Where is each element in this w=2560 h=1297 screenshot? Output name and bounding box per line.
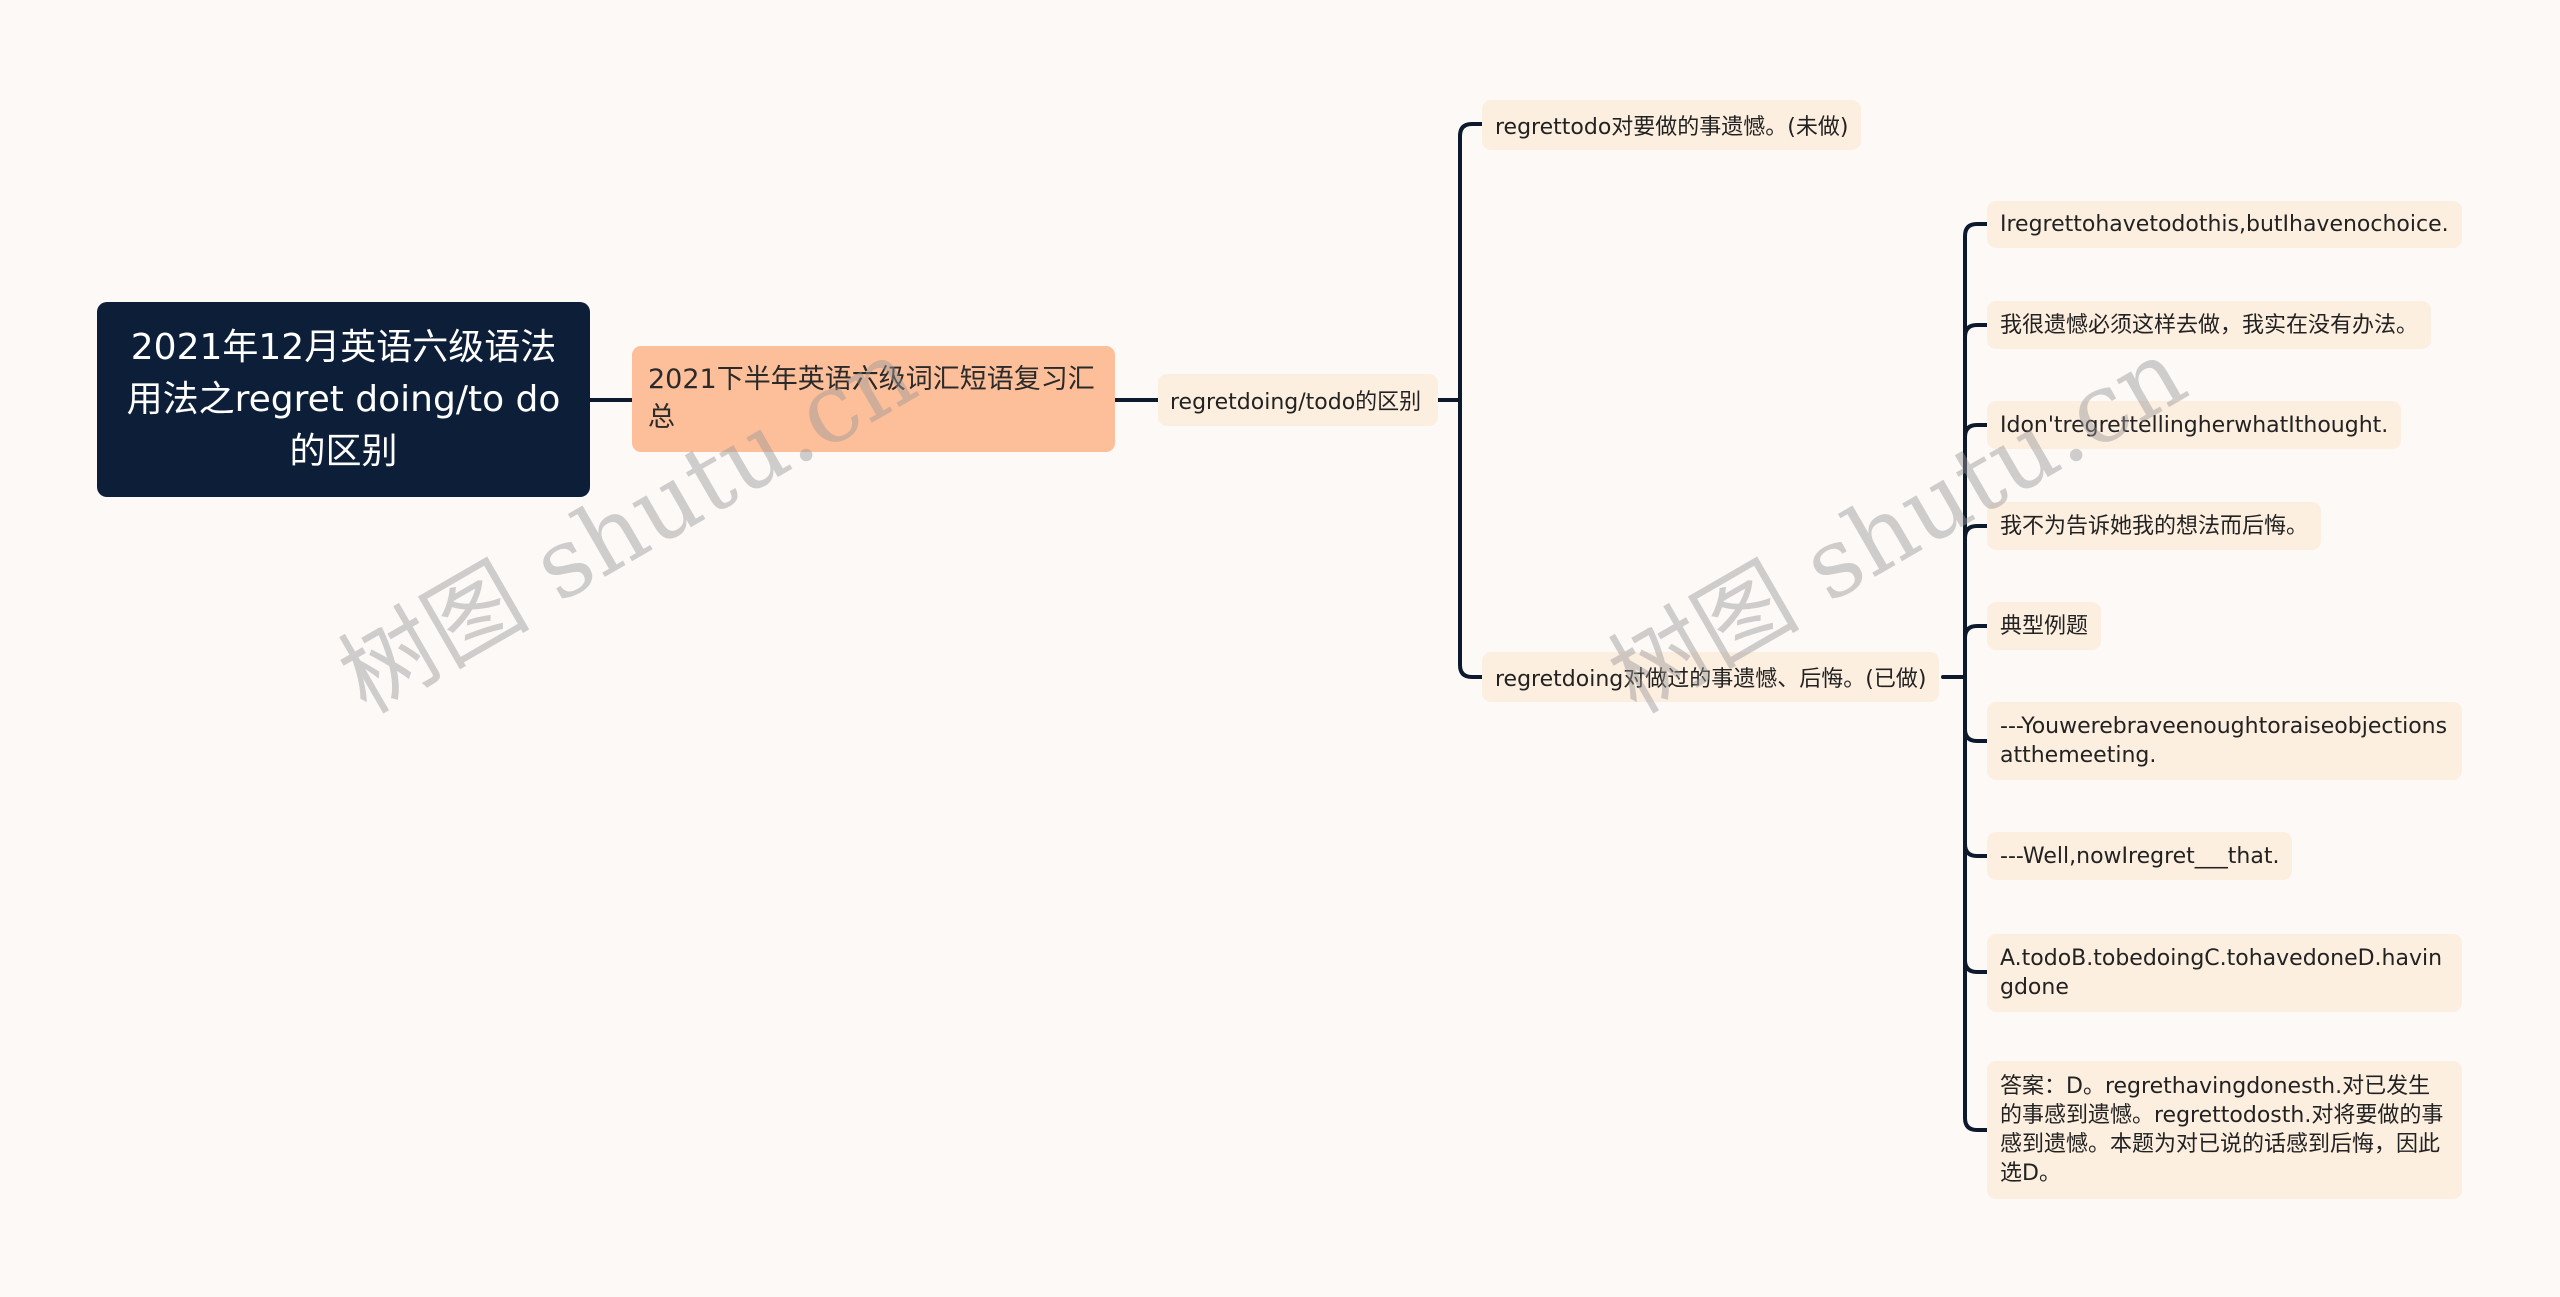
connector-leaf-3 bbox=[1963, 423, 1989, 439]
connector-leaf-7 bbox=[1963, 842, 1989, 858]
connector-leaf-4 bbox=[1963, 524, 1989, 540]
leaf-node[interactable]: 典型例题 bbox=[1987, 602, 2102, 650]
leaf-node[interactable]: ---Well,nowIregret___that. bbox=[1987, 832, 2293, 880]
connector-leaf-2 bbox=[1963, 323, 1989, 339]
leaf-label: A.todoB.tobedoingC.tohavedoneD.havingdon… bbox=[2000, 946, 2443, 1000]
leaf-label: 我不为告诉她我的想法而后悔。 bbox=[2000, 513, 2309, 539]
connector-leaf-6 bbox=[1963, 727, 1989, 743]
root-node[interactable]: 2021年12月英语六级语法用法之regret doing/to do的区别 bbox=[97, 302, 590, 497]
leaf-label: 典型例题 bbox=[2000, 613, 2089, 639]
connector-leaf-5 bbox=[1963, 624, 1989, 640]
leaf-node[interactable]: 我很遗憾必须这样去做，我实在没有办法。 bbox=[1987, 301, 2432, 349]
leaf-node[interactable]: ---Youwerebraveenoughtoraiseobjectionsat… bbox=[1987, 702, 2462, 780]
subtopic-label: regretdoing对做过的事遗憾、后悔。(已做) bbox=[1495, 667, 1927, 692]
branch-node[interactable]: 2021下半年英语六级词汇短语复习汇总 bbox=[632, 346, 1115, 452]
leaf-label: ---Well,nowIregret___that. bbox=[2000, 843, 2280, 869]
connector-leaf-8 bbox=[1963, 958, 1989, 974]
leaf-label: Iregrettohavetodothis,butIhavenochoice. bbox=[2000, 212, 2449, 237]
leaf-label: ---Youwerebraveenoughtoraiseobjectionsat… bbox=[2000, 714, 2448, 768]
leaf-node[interactable]: Iregrettohavetodothis,butIhavenochoice. bbox=[1987, 201, 2462, 248]
branch-label: 2021下半年英语六级词汇短语复习汇总 bbox=[648, 364, 1095, 433]
leaf-label: Idon'tregrettellingherwhatIthought. bbox=[2000, 412, 2389, 438]
topic-label: regretdoing/todo的区别 bbox=[1170, 390, 1422, 415]
leaf-node[interactable]: 我不为告诉她我的想法而后悔。 bbox=[1987, 502, 2322, 550]
connector-topic-sub2 bbox=[1458, 398, 1484, 679]
leaf-node[interactable]: Idon'tregrettellingherwhatIthought. bbox=[1987, 401, 2402, 449]
connector-topic-sub1 bbox=[1458, 122, 1484, 402]
leaf-label: 我很遗憾必须这样去做，我实在没有办法。 bbox=[2000, 312, 2419, 338]
leaf-node-answer[interactable]: 答案：D。regrethavingdonesth.对已发生的事感到遗憾。regr… bbox=[1987, 1061, 2462, 1199]
subtopic-node-todo[interactable]: regrettodo对要做的事遗憾。(未做) bbox=[1482, 100, 1862, 150]
topic-node[interactable]: regretdoing/todo的区别 bbox=[1158, 374, 1438, 426]
connector-leaf-9 bbox=[1963, 675, 1989, 1132]
subtopic-node-doing[interactable]: regretdoing对做过的事遗憾、后悔。(已做) bbox=[1482, 652, 1940, 702]
leaf-node[interactable]: A.todoB.tobedoingC.tohavedoneD.havingdon… bbox=[1987, 934, 2462, 1012]
leaf-label: 答案：D。regrethavingdonesth.对已发生的事感到遗憾。regr… bbox=[2000, 1074, 2444, 1186]
subtopic-label: regrettodo对要做的事遗憾。(未做) bbox=[1495, 115, 1849, 140]
connector-leaf-1 bbox=[1963, 222, 1989, 679]
root-title: 2021年12月英语六级语法用法之regret doing/to do的区别 bbox=[126, 326, 561, 472]
